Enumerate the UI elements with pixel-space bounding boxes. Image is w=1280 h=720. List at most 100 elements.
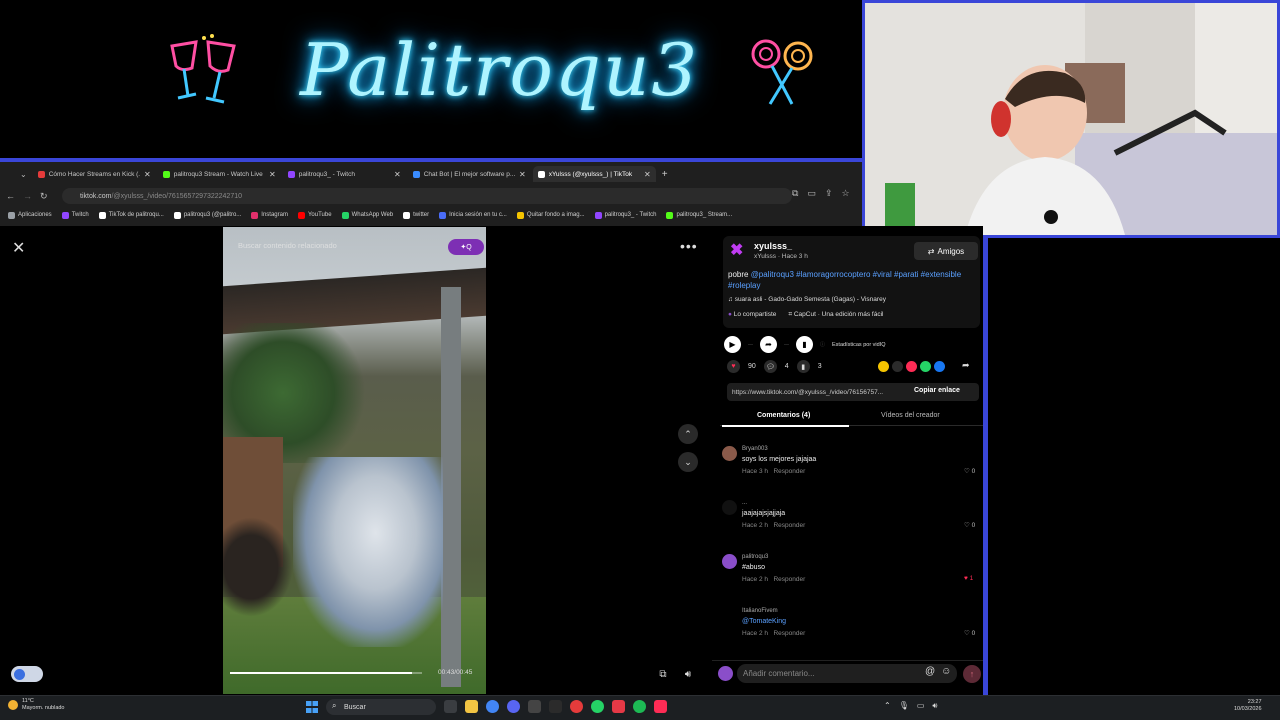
address-bar[interactable]: tiktok.com/@xyulsss_/video/7615657297322… — [62, 188, 792, 204]
author-avatar-icon[interactable]: ✖ — [730, 243, 746, 259]
more-share-icon[interactable]: ➦ — [962, 360, 970, 371]
adobe-icon[interactable] — [612, 700, 625, 713]
share-arrow-icon[interactable]: ➦ — [760, 336, 777, 353]
close-icon[interactable]: ✕ — [12, 238, 25, 258]
tab-close-icon[interactable]: ✕ — [269, 170, 276, 179]
comment-like[interactable]: ♡ 0 — [964, 629, 975, 637]
previous-video-icon[interactable]: ⌃ — [678, 424, 698, 444]
capcut-link[interactable]: ⌗ CapCut · Una edición más fácil — [788, 311, 883, 319]
reply-button[interactable]: Responder — [773, 468, 805, 475]
friends-button[interactable]: ⇄ Amigos — [914, 242, 978, 260]
taskbar-search[interactable]: ⌕ Buscar — [326, 699, 436, 715]
back-icon[interactable]: ← — [6, 191, 15, 201]
reply-button[interactable]: Responder — [773, 576, 805, 583]
bookmark-item[interactable]: WhatsApp Web — [341, 211, 393, 219]
discord-icon[interactable] — [507, 700, 520, 713]
bookmark-item[interactable]: Twitch — [61, 211, 89, 219]
vidiq-stats-label[interactable]: Estadísticas por vidIQ — [832, 342, 886, 348]
video-search-hint[interactable]: Buscar contenido relacionado — [238, 241, 337, 250]
browser-tab[interactable]: palitroqu3_ - Twitch ✕ — [283, 166, 406, 182]
tab-close-icon[interactable]: ✕ — [144, 170, 151, 179]
microphone-icon[interactable]: 🎙︎ — [899, 701, 909, 711]
obs-icon[interactable] — [570, 700, 583, 713]
chrome-icon[interactable] — [486, 700, 499, 713]
comment-avatar[interactable] — [722, 446, 737, 461]
whatsapp-app-icon[interactable] — [591, 700, 604, 713]
music-info[interactable]: ♫ suara asli - Gado-Gado Semesta (Gagas)… — [728, 296, 886, 303]
comment-like[interactable]: ♡ 0 — [964, 521, 975, 529]
play-icon[interactable]: ▶ — [724, 336, 741, 353]
video-search-button[interactable]: ✦Q — [448, 239, 484, 255]
emoji-icon[interactable]: ☺ — [941, 666, 951, 677]
tab-list-chevron-icon[interactable]: ⌄ — [20, 170, 27, 179]
task-view-icon[interactable] — [444, 700, 457, 713]
new-tab-icon[interactable]: + — [662, 169, 668, 180]
bookmark-item[interactable]: TikTok de palitroqu... — [98, 211, 164, 219]
bookmark-icon[interactable]: ▮ — [796, 360, 810, 373]
calculator-icon[interactable] — [528, 700, 541, 713]
spotify-icon[interactable] — [633, 700, 646, 713]
copy-link-button[interactable]: Copiar enlace — [914, 387, 960, 394]
embed-icon[interactable] — [892, 361, 903, 372]
comment-username[interactable]: ... — [742, 500, 747, 506]
send-comment-icon[interactable]: ↑ — [963, 665, 981, 683]
tab-comments[interactable]: Comentarios (4) — [757, 412, 810, 419]
bookmark-item[interactable]: Inicia sesión en tu c... — [439, 211, 507, 219]
bookmark-item[interactable]: palitroqu3 (@palitro... — [173, 211, 241, 219]
bookmark-item[interactable]: palitroqu3_ - Twitch — [594, 211, 656, 219]
cast-icon[interactable]: ▭ — [807, 188, 816, 199]
video-player[interactable] — [223, 227, 486, 694]
translate-icon[interactable]: ⧉ — [792, 188, 798, 199]
bookmark-item[interactable]: Instagram — [251, 211, 288, 219]
next-video-icon[interactable]: ⌄ — [678, 452, 698, 472]
comment-username[interactable]: palitroqu3 — [742, 554, 768, 560]
like-heart-icon[interactable]: ♥ — [727, 360, 740, 373]
share-page-icon[interactable]: ⇪ — [825, 188, 833, 199]
reply-button[interactable]: Responder — [773, 630, 805, 637]
bookmark-item[interactable]: twitter — [403, 211, 429, 219]
comment-bubble-icon[interactable]: 💬︎ — [763, 360, 777, 373]
comment-avatar[interactable] — [722, 500, 737, 515]
browser-tab[interactable]: palitroqu3 Stream - Watch Live ✕ — [158, 166, 281, 182]
video-progress-bar[interactable] — [230, 672, 422, 674]
taskbar-clock[interactable]: 23:27 10/03/2026 — [1234, 699, 1262, 713]
mention-icon[interactable]: @ — [925, 666, 935, 677]
bookmark-item[interactable]: YouTube — [297, 211, 332, 219]
more-options-icon[interactable]: ••• — [680, 238, 698, 254]
speaker-icon[interactable]: 🔊︎ — [932, 701, 937, 711]
comment-like[interactable]: ♡ 0 — [964, 467, 975, 475]
tray-chevron-icon[interactable]: ⌃ — [884, 701, 891, 711]
network-icon[interactable]: ▭ — [917, 701, 925, 711]
comment-input[interactable]: Añadir comentario... — [737, 664, 957, 683]
send-to-friends-icon[interactable] — [906, 361, 917, 372]
reply-button[interactable]: Responder — [773, 522, 805, 529]
file-explorer-icon[interactable] — [465, 700, 478, 713]
comment-username[interactable]: Bryan003 — [742, 446, 768, 452]
windows-start-icon[interactable] — [306, 701, 318, 713]
coin-icon[interactable] — [878, 361, 889, 372]
tab-creator-videos[interactable]: Vídeos del creador — [881, 412, 940, 419]
tab-close-icon[interactable]: ✕ — [644, 170, 651, 179]
comment-username[interactable]: ItalianoFivem — [742, 608, 778, 614]
stats-bar-icon[interactable]: ▮ — [796, 336, 813, 353]
comment-avatar[interactable] — [722, 608, 737, 623]
tiktok-app-icon[interactable] — [654, 700, 667, 713]
tab-close-icon[interactable]: ✕ — [394, 170, 401, 179]
comment-avatar[interactable] — [722, 554, 737, 569]
caption-hashtags[interactable]: @palitroqu3 #lamoragorrocoptero #viral #… — [728, 270, 961, 290]
reload-icon[interactable]: ↻ — [40, 191, 48, 202]
volume-icon[interactable]: 🔊︎ — [680, 666, 696, 682]
browser-tab-active[interactable]: xYulsss (@xyulsss_) | TikTok ✕ — [532, 166, 656, 182]
whatsapp-icon[interactable] — [920, 361, 931, 372]
bookmark-item[interactable]: Quitar fondo a imag... — [516, 211, 585, 219]
bookmark-item[interactable]: palitroqu3_ Stream... — [666, 211, 732, 219]
bookmark-star-icon[interactable]: ☆ — [842, 188, 850, 199]
weather-widget[interactable]: 11°C Mayorm. nublado — [8, 698, 65, 712]
tab-close-icon[interactable]: ✕ — [519, 170, 526, 179]
capcut-app-icon[interactable] — [549, 700, 562, 713]
forward-icon[interactable]: → — [23, 191, 32, 201]
bookmark-item[interactable]: Aplicaciones — [8, 211, 52, 219]
browser-tab[interactable]: Cómo Hacer Streams en Kick (... ✕ — [33, 166, 156, 182]
facebook-icon[interactable] — [934, 361, 945, 372]
pip-icon[interactable]: ⧉ — [655, 666, 671, 682]
